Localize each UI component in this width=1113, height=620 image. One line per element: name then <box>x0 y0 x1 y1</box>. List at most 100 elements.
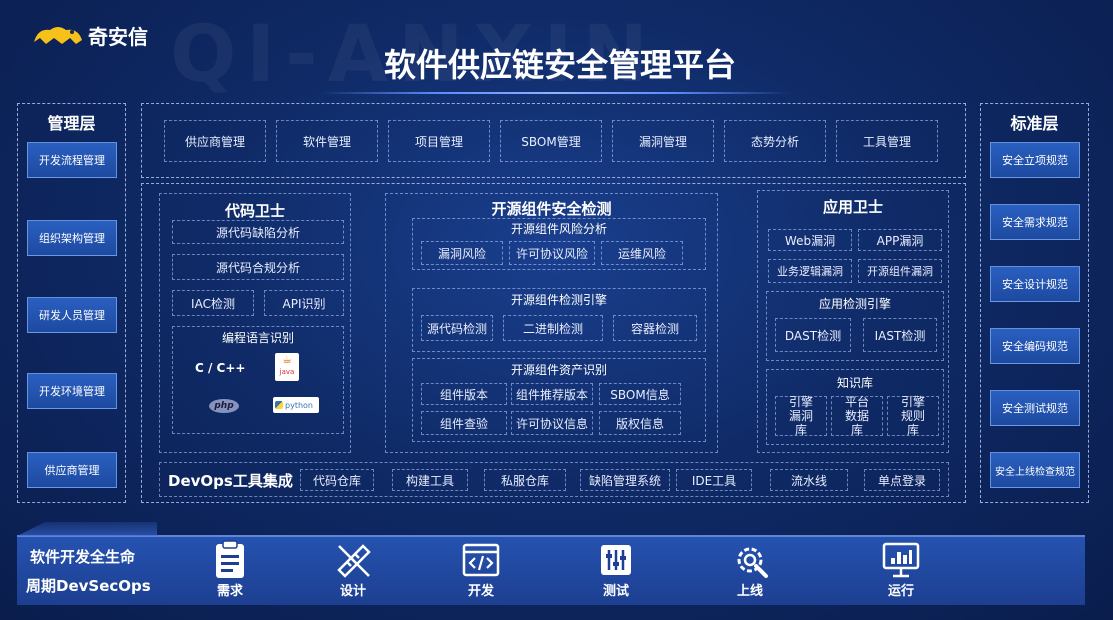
oss-risk-title: 开源组件风险分析 <box>510 222 607 236</box>
app-guard-item[interactable]: APP漏洞 <box>858 229 942 251</box>
oss-asset-item[interactable]: 版权信息 <box>599 411 681 435</box>
oss-panel: 开源组件安全检测 开源组件风险分析 漏洞风险 许可协议风险 运维风险 开源组件检… <box>385 193 718 453</box>
ruler-pencil-icon <box>337 544 371 578</box>
std-title: 标准层 <box>1010 114 1059 133</box>
mgmt-item[interactable]: 供应商管理 <box>27 452 117 488</box>
module-item[interactable]: 供应商管理 <box>164 120 266 162</box>
code-guard-item[interactable]: 源代码合规分析 <box>172 254 344 280</box>
module-item[interactable]: 工具管理 <box>836 120 938 162</box>
module-item[interactable]: 态势分析 <box>724 120 826 162</box>
oss-asset-item[interactable]: 组件版本 <box>421 383 507 405</box>
std-item[interactable]: 安全编码规范 <box>990 328 1080 364</box>
std-item[interactable]: 安全需求规范 <box>990 204 1080 240</box>
stage-label: 上线 <box>736 584 763 599</box>
kb-item[interactable]: 引擎规则库 <box>887 395 939 437</box>
module-item[interactable]: 软件管理 <box>276 120 378 162</box>
gear-wrench-icon <box>737 547 768 578</box>
devops-item[interactable]: 缺陷管理系统 <box>580 469 670 491</box>
monitor-chart-icon <box>882 542 920 578</box>
app-guard-item[interactable]: Web漏洞 <box>768 229 852 251</box>
devops-title: DevOps工具集成 <box>168 472 293 490</box>
php-logo-icon: php <box>209 399 239 413</box>
code-guard-item[interactable]: IAC检测 <box>172 290 254 316</box>
test-sliders-icon <box>601 545 631 575</box>
python-label: python <box>285 400 313 410</box>
app-guard-title: 应用卫士 <box>822 198 883 216</box>
module-item[interactable]: SBOM管理 <box>500 120 602 162</box>
stage-label: 需求 <box>216 584 243 599</box>
devops-item[interactable]: 单点登录 <box>864 469 940 491</box>
oss-risk-item[interactable]: 运维风险 <box>601 241 683 265</box>
oss-asset-panel: 开源组件资产识别 组件版本 组件推荐版本 SBOM信息 组件查验 许可协议信息 … <box>412 358 706 442</box>
lifecycle-title-2: 周期DevSecOps <box>26 577 151 595</box>
mgmt-panel: 管理层 开发流程管理 组织架构管理 研发人员管理 开发环境管理 供应商管理 <box>17 103 126 503</box>
code-guard-item[interactable]: 源代码缺陷分析 <box>172 220 344 244</box>
title-underline <box>320 92 790 94</box>
mgmt-item[interactable]: 组织架构管理 <box>27 220 117 256</box>
app-engine-panel: 应用检测引擎 DAST检测 IAST检测 <box>766 291 944 361</box>
kb-panel: 知识库 引擎漏洞库 平台数据库 引擎规则库 <box>766 369 944 445</box>
std-item[interactable]: 安全立项规范 <box>990 142 1080 178</box>
devops-item[interactable]: 私服仓库 <box>484 469 566 491</box>
std-item[interactable]: 安全设计规范 <box>990 266 1080 302</box>
lang-panel: 编程语言识别 C / C++ ☕ java php python <box>172 326 344 434</box>
std-item[interactable]: 安全测试规范 <box>990 390 1080 426</box>
devops-item[interactable]: IDE工具 <box>676 469 752 491</box>
devops-item[interactable]: 代码仓库 <box>300 469 374 491</box>
top-modules-panel: 供应商管理 软件管理 项目管理 SBOM管理 漏洞管理 态势分析 工具管理 <box>141 103 966 178</box>
oss-risk-panel: 开源组件风险分析 漏洞风险 许可协议风险 运维风险 <box>412 218 706 270</box>
app-engine-item[interactable]: IAST检测 <box>863 318 937 352</box>
code-guard-title: 代码卫士 <box>224 202 285 220</box>
kb-item[interactable]: 引擎漏洞库 <box>775 395 827 437</box>
oss-engine-title: 开源组件检测引擎 <box>510 293 607 307</box>
module-item[interactable]: 项目管理 <box>388 120 490 162</box>
mgmt-title: 管理层 <box>47 114 96 133</box>
java-logo-icon: ☕ java <box>275 353 299 381</box>
java-label: java <box>279 368 295 376</box>
lifecycle-bar-edge <box>17 522 157 536</box>
oss-asset-item[interactable]: 许可协议信息 <box>511 411 593 435</box>
app-engine-item[interactable]: DAST检测 <box>775 318 851 352</box>
oss-engine-item[interactable]: 二进制检测 <box>503 315 603 341</box>
mgmt-item[interactable]: 开发流程管理 <box>27 142 117 178</box>
oss-risk-item[interactable]: 许可协议风险 <box>509 241 595 265</box>
code-window-icon <box>462 543 500 577</box>
std-panel: 标准层 安全立项规范 安全需求规范 安全设计规范 安全编码规范 安全测试规范 安… <box>980 103 1089 503</box>
tiger-logo-icon <box>34 27 82 44</box>
app-engine-title: 应用检测引擎 <box>818 297 891 311</box>
oss-asset-item[interactable]: 组件推荐版本 <box>511 383 593 405</box>
kb-item[interactable]: 平台数据库 <box>831 395 883 437</box>
python-logo-icon: python <box>273 397 319 413</box>
lifecycle-title-1: 软件开发全生命 <box>30 548 136 566</box>
oss-asset-item[interactable]: 组件查验 <box>421 411 507 435</box>
code-guard-panel: 代码卫士 源代码缺陷分析 源代码合规分析 IAC检测 API识别 编程语言识别 … <box>159 193 351 453</box>
oss-asset-item[interactable]: SBOM信息 <box>599 383 681 405</box>
devops-item[interactable]: 构建工具 <box>392 469 468 491</box>
oss-engine-panel: 开源组件检测引擎 源代码检测 二进制检测 容器检测 <box>412 288 706 352</box>
brand-name: 奇安信 <box>88 24 148 49</box>
stage-label: 运行 <box>887 584 914 599</box>
oss-asset-title: 开源组件资产识别 <box>510 363 607 377</box>
oss-risk-item[interactable]: 漏洞风险 <box>421 241 503 265</box>
mgmt-item[interactable]: 研发人员管理 <box>27 297 117 333</box>
devops-item[interactable]: 流水线 <box>770 469 848 491</box>
oss-title: 开源组件安全检测 <box>491 200 612 218</box>
page-title: 软件供应链安全管理平台 <box>383 46 736 84</box>
mgmt-item[interactable]: 开发环境管理 <box>27 373 117 409</box>
app-guard-item[interactable]: 开源组件漏洞 <box>858 259 942 283</box>
module-item[interactable]: 漏洞管理 <box>612 120 714 162</box>
app-guard-panel: 应用卫士 Web漏洞 APP漏洞 业务逻辑漏洞 开源组件漏洞 应用检测引擎 DA… <box>757 190 949 453</box>
code-guard-item[interactable]: API识别 <box>264 290 344 316</box>
stage-label: 测试 <box>602 584 629 599</box>
lang-title: 编程语言识别 <box>221 331 294 345</box>
devops-panel: DevOps工具集成 代码仓库 构建工具 私服仓库 缺陷管理系统 IDE工具 流… <box>159 462 949 497</box>
oss-engine-item[interactable]: 容器检测 <box>613 315 697 341</box>
clipboard-icon <box>216 540 244 578</box>
stage-label: 设计 <box>339 584 366 599</box>
std-item[interactable]: 安全上线检查规范 <box>990 452 1080 488</box>
logo: 奇安信 <box>32 20 148 50</box>
oss-engine-item[interactable]: 源代码检测 <box>421 315 493 341</box>
kb-title: 知识库 <box>836 376 873 390</box>
stage-label: 开发 <box>467 584 494 599</box>
app-guard-item[interactable]: 业务逻辑漏洞 <box>768 259 852 283</box>
